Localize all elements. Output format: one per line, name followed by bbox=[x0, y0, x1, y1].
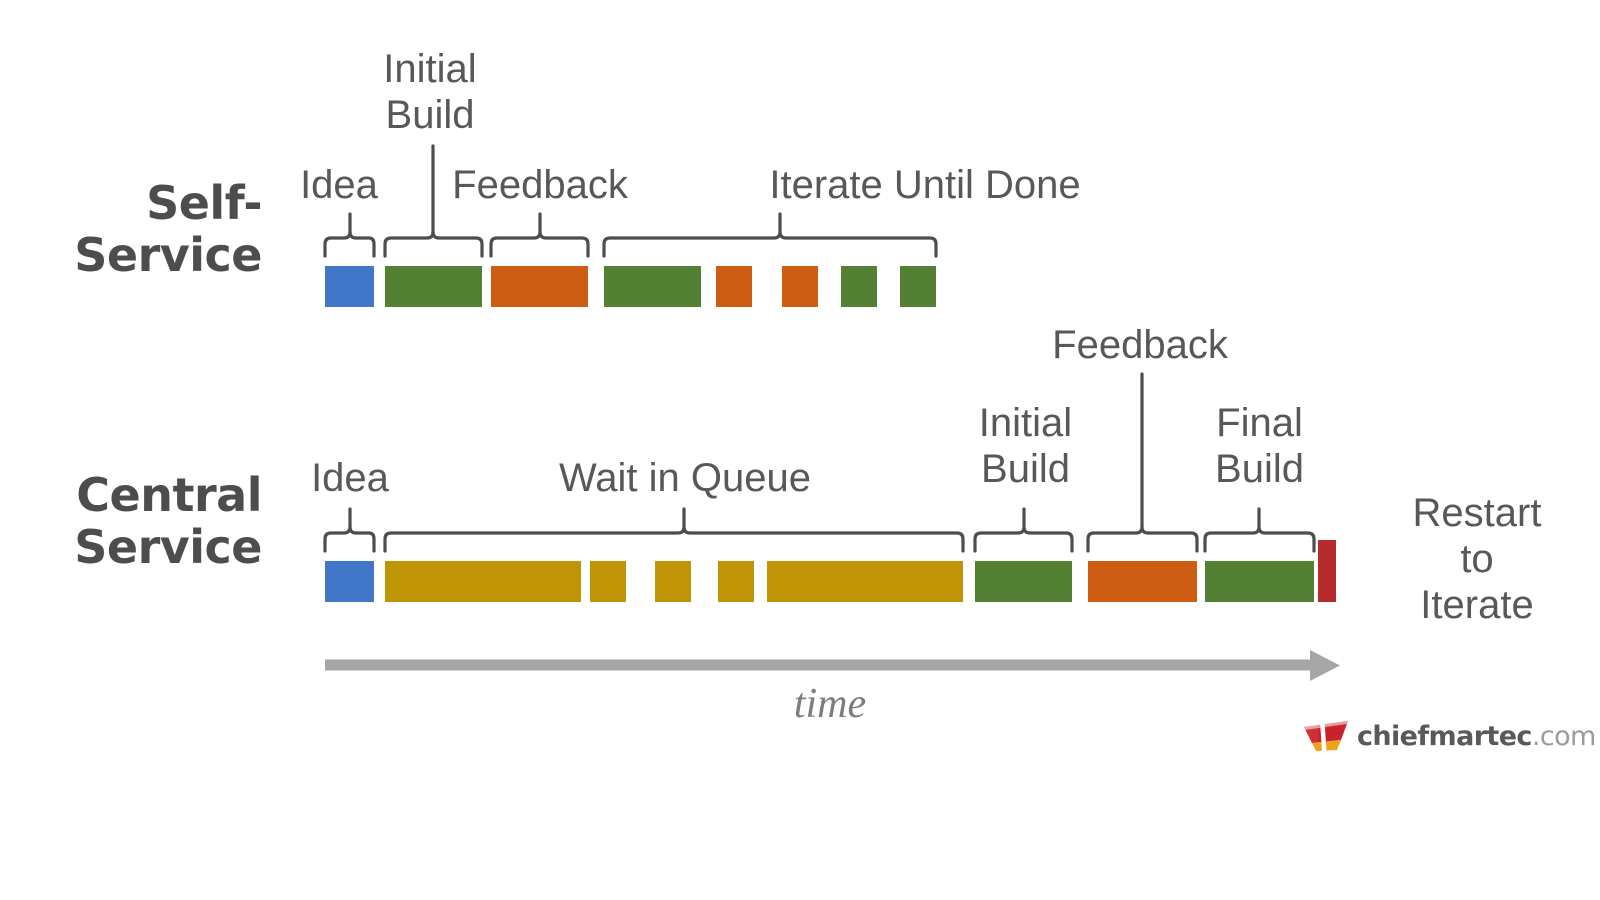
label-central-service-feedback-text: Feedback bbox=[1052, 323, 1228, 367]
label-central-service-initial-build: Initial Build bbox=[948, 400, 1103, 492]
row-title-self-service: Self- Service bbox=[0, 176, 262, 282]
label-central-service-initial-build-line1: Initial bbox=[978, 401, 1073, 445]
segment-central-service-queue-3 bbox=[655, 561, 691, 602]
segment-self-service-build-1 bbox=[385, 266, 482, 307]
label-central-service-final-build-line1: Final bbox=[1216, 401, 1303, 445]
label-restart-line3: Iterate bbox=[1420, 583, 1534, 627]
time-axis-caption: time bbox=[660, 680, 1000, 728]
brace-central-service-initial-build bbox=[973, 525, 1074, 553]
label-central-service-wait-in-queue: Wait in Queue bbox=[485, 455, 885, 501]
time-axis-arrowhead bbox=[1310, 650, 1340, 681]
brace-central-service-idea bbox=[323, 525, 376, 553]
label-central-service-initial-build-line2: Build bbox=[981, 447, 1070, 491]
brace-central-service-final-build bbox=[1203, 525, 1316, 553]
label-central-service-restart-to-iterate: Restart to Iterate bbox=[1362, 490, 1592, 628]
chiefmartec-logo-text: chiefmartec.com bbox=[1357, 723, 1596, 750]
label-self-service-feedback-text: Feedback bbox=[452, 163, 628, 207]
segment-self-service-feedback-1 bbox=[491, 266, 588, 307]
annotation-overlay bbox=[323, 144, 1340, 681]
chiefmartec-logo[interactable]: chiefmartec.com bbox=[1302, 718, 1596, 754]
label-central-service-final-build-line2: Build bbox=[1215, 447, 1304, 491]
label-self-service-iterate-until-done: Iterate Until Done bbox=[675, 162, 1175, 208]
row-title-self-service-line1: Self- bbox=[146, 176, 262, 230]
row-title-self-service-line2: Service bbox=[74, 227, 262, 282]
segment-central-service-idea bbox=[325, 561, 374, 602]
segment-central-service-queue-5 bbox=[767, 561, 963, 602]
time-axis-arrow bbox=[325, 650, 1340, 681]
label-self-service-initial-build-line1: Initial bbox=[383, 47, 477, 91]
label-self-service-idea-text: Idea bbox=[300, 163, 378, 207]
brace-self-service-feedback bbox=[489, 230, 590, 258]
chiefmartec-brand: chiefmartec bbox=[1357, 720, 1532, 752]
brace-self-service-iterate-until-done bbox=[602, 230, 938, 258]
segment-self-service-idea bbox=[325, 266, 374, 307]
chiefmartec-tld: .com bbox=[1531, 720, 1596, 752]
time-axis-caption-text: time bbox=[793, 681, 867, 727]
segment-central-service-queue-4 bbox=[718, 561, 754, 602]
label-restart-line2: to bbox=[1460, 537, 1494, 581]
row-title-central-service-line2: Service bbox=[74, 519, 262, 574]
label-central-service-idea-text: Idea bbox=[311, 456, 389, 500]
label-central-service-idea: Idea bbox=[275, 455, 425, 501]
label-central-service-feedback: Feedback bbox=[1025, 322, 1255, 368]
label-central-service-final-build: Final Build bbox=[1182, 400, 1337, 492]
segment-central-service-queue-2 bbox=[590, 561, 626, 602]
label-self-service-initial-build: Initial Build bbox=[355, 46, 505, 138]
row-title-central-service-line1: Central bbox=[76, 468, 262, 522]
brace-self-service-initial-build bbox=[383, 230, 484, 258]
label-central-service-wait-in-queue-text: Wait in Queue bbox=[559, 456, 811, 500]
segment-self-service-feedback-2 bbox=[716, 266, 752, 307]
label-self-service-idea: Idea bbox=[264, 162, 414, 208]
segment-central-service-initial-build bbox=[975, 561, 1072, 602]
label-self-service-initial-build-line2: Build bbox=[385, 93, 475, 137]
segment-self-service-build-4 bbox=[900, 266, 936, 307]
segment-self-service-feedback-3 bbox=[782, 266, 818, 307]
chiefmartec-mark-icon bbox=[1304, 719, 1348, 753]
segment-self-service-build-3 bbox=[841, 266, 877, 307]
segment-central-service-restart bbox=[1318, 540, 1336, 602]
brace-central-service-wait-in-queue bbox=[383, 525, 965, 553]
label-restart-line1: Restart bbox=[1412, 491, 1542, 535]
segment-central-service-feedback bbox=[1088, 561, 1197, 602]
row-title-central-service: Central Service bbox=[0, 468, 262, 574]
brace-central-service-feedback bbox=[1086, 525, 1199, 553]
label-self-service-feedback: Feedback bbox=[450, 162, 630, 208]
label-self-service-iterate-until-done-text: Iterate Until Done bbox=[769, 163, 1081, 207]
brace-self-service-idea bbox=[323, 230, 376, 258]
segment-central-service-queue-1 bbox=[385, 561, 581, 602]
segment-self-service-build-2 bbox=[604, 266, 701, 307]
diagram-canvas: Self- Service Idea Initial Build Feedbac… bbox=[0, 0, 1600, 900]
segment-central-service-final-build bbox=[1205, 561, 1314, 602]
